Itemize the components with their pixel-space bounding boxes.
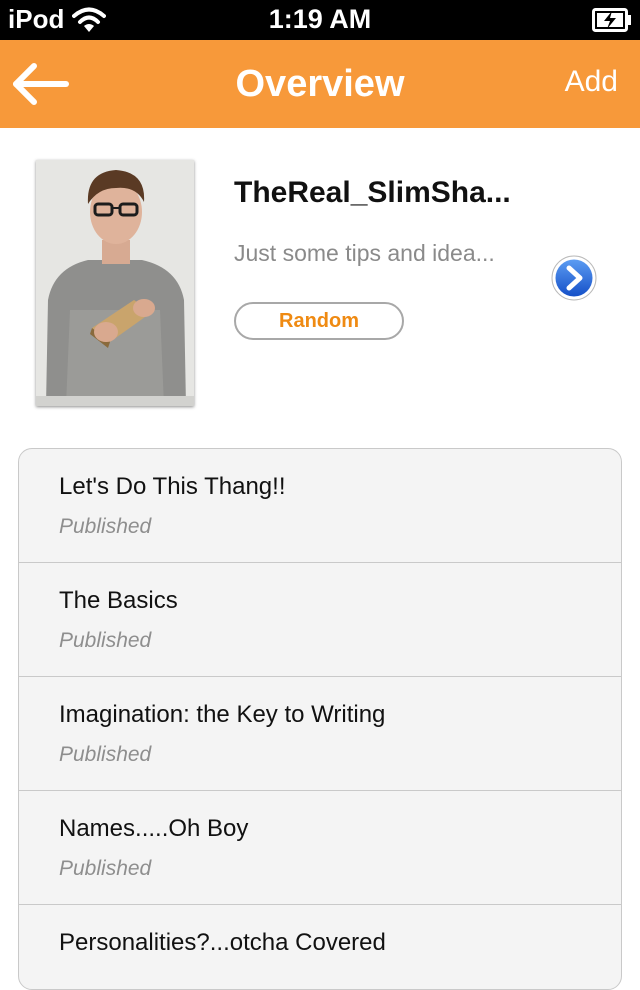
list-item[interactable]: The Basics Published — [19, 563, 621, 677]
list-item[interactable]: Personalities?...otcha Covered — [19, 905, 621, 989]
story-status: Published — [59, 629, 152, 652]
page-title: Overview — [235, 63, 405, 105]
profile-username: TheReal_SlimSha... — [234, 176, 511, 209]
story-status: Published — [59, 743, 152, 766]
story-status: Published — [59, 857, 152, 880]
story-title: The Basics — [59, 587, 178, 614]
story-title: Let's Do This Thang!! — [59, 473, 286, 500]
story-status: Published — [59, 515, 152, 538]
add-button[interactable]: Add — [565, 40, 618, 124]
story-title: Imagination: the Key to Writing — [59, 701, 386, 728]
battery-charging-icon — [592, 8, 631, 32]
list-item[interactable]: Let's Do This Thang!! Published — [19, 449, 621, 563]
category-tag-button[interactable]: Random — [234, 302, 404, 340]
story-title: Personalities?...otcha Covered — [59, 929, 386, 956]
status-time: 1:19 AM — [268, 4, 372, 34]
list-item[interactable]: Names.....Oh Boy Published — [19, 791, 621, 905]
story-list: Let's Do This Thang!! Published The Basi… — [18, 448, 622, 990]
navigation-bar: Overview Add — [0, 40, 640, 128]
status-bar: iPod 1:19 AM — [0, 0, 640, 40]
story-title: Names.....Oh Boy — [59, 815, 249, 842]
list-item[interactable]: Imagination: the Key to Writing Publishe… — [19, 677, 621, 791]
profile-photo[interactable] — [36, 160, 194, 406]
profile-header: TheReal_SlimSha... Just some tips and id… — [0, 128, 640, 428]
profile-description: Just some tips and idea... — [234, 240, 495, 266]
chevron-right-circle-icon[interactable] — [550, 254, 598, 302]
